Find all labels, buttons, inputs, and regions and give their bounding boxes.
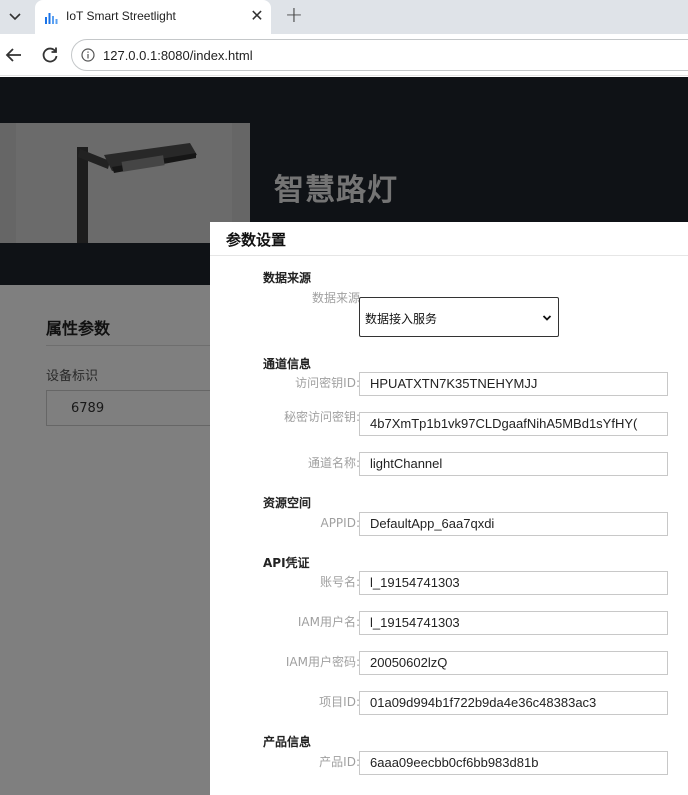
tab-title: IoT Smart Streetlight <box>66 9 176 23</box>
account-input[interactable]: l_19154741303 <box>359 571 668 595</box>
data-source-heading: 数据来源 <box>263 271 312 285</box>
dialog-divider <box>210 255 688 256</box>
project-id-label: 项目ID: <box>319 695 360 709</box>
chevron-down-icon <box>542 315 552 321</box>
resource-heading: 资源空间 <box>263 496 312 510</box>
back-arrow-icon[interactable] <box>4 45 24 65</box>
reload-icon[interactable] <box>40 45 60 65</box>
url-text: 127.0.0.1:8080/index.html <box>103 48 253 63</box>
address-bar[interactable]: 127.0.0.1:8080/index.html <box>71 39 688 71</box>
data-source-select[interactable]: 数据接入服务 <box>359 297 559 337</box>
secret-key-label: 秘密访问密钥: <box>283 410 360 424</box>
bar-chart-favicon-icon <box>45 13 58 24</box>
appid-label: APPID: <box>320 516 360 530</box>
channel-name-label: 通道名称: <box>307 456 360 470</box>
product-id-input[interactable]: 6aaa09eecbb0cf6bb983d81b <box>359 751 668 775</box>
web-page: 智慧路灯 属性参数 设备标识 6789 参数设置 数据来源 数据来源 数据接入服… <box>0 77 688 795</box>
iam-user-input[interactable]: l_19154741303 <box>359 611 668 635</box>
new-tab-plus-icon[interactable]: + <box>283 4 305 28</box>
browser-tab[interactable]: IoT Smart Streetlight ✕ <box>35 0 271 34</box>
tab-close-icon[interactable]: ✕ <box>249 8 265 24</box>
dialog-title: 参数设置 <box>226 231 287 249</box>
product-heading: 产品信息 <box>263 735 312 749</box>
channel-heading: 通道信息 <box>263 357 312 371</box>
appid-input[interactable]: DefaultApp_6aa7qxdi <box>359 512 668 536</box>
project-id-input[interactable]: 01a09d994b1f722b9da4e36c48383ac3 <box>359 691 668 715</box>
data-source-selected: 数据接入服务 <box>365 312 438 326</box>
access-key-input[interactable]: HPUATXTN7K35TNEHYMJJ <box>359 372 668 396</box>
data-source-label: 数据来源 <box>311 291 360 305</box>
site-info-icon[interactable] <box>81 48 95 62</box>
account-label: 账号名: <box>319 575 360 589</box>
iam-password-label: IAM用户密码: <box>285 655 360 669</box>
access-key-label: 访问密钥ID: <box>295 376 360 390</box>
iam-user-label: IAM用户名: <box>297 615 360 629</box>
channel-name-input[interactable]: lightChannel <box>359 452 668 476</box>
api-heading: API凭证 <box>263 556 310 570</box>
settings-dialog: 参数设置 数据来源 数据来源 数据接入服务 通道信息 访问密钥ID: HPUAT… <box>210 222 688 795</box>
iam-password-input[interactable]: 20050602lzQ <box>359 651 668 675</box>
browser-toolbar: 127.0.0.1:8080/index.html <box>0 34 688 76</box>
secret-key-input[interactable]: 4b7XmTp1b1vk97CLDgaafNihA5MBd1sYfHY( <box>359 412 668 436</box>
product-id-label: 产品ID: <box>319 755 360 769</box>
browser-tabstrip: IoT Smart Streetlight ✕ + <box>0 0 688 34</box>
tab-search-chevron-icon[interactable] <box>0 3 30 31</box>
